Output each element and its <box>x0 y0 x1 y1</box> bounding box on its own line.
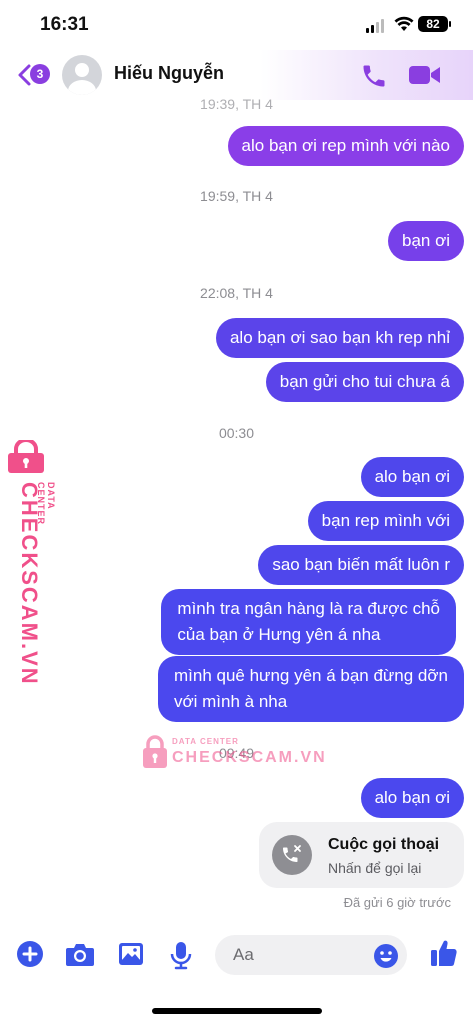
watermark-brand: CHECKSCAM.VN <box>172 749 327 766</box>
thumbs-up-icon[interactable] <box>429 938 459 968</box>
message-bubble[interactable]: mình quê hưng yên á bạn đừng dỡn với mìn… <box>158 656 464 722</box>
gallery-icon[interactable] <box>117 940 145 968</box>
battery-tip <box>449 21 451 27</box>
message-line: mình tra ngân hàng là ra được chỗ <box>177 599 440 618</box>
message-bubble[interactable]: alo bạn ơi rep mình với nào <box>227 126 464 166</box>
status-time: 16:31 <box>40 14 89 35</box>
message-bubble[interactable]: sao bạn biến mất luôn r <box>258 545 464 585</box>
plus-icon[interactable] <box>16 940 44 968</box>
message-bubble[interactable]: alo bạn ơi <box>360 778 464 818</box>
watermark-sub: DATA CENTER <box>36 482 56 526</box>
message-bubble[interactable]: bạn rep mình với <box>307 501 464 541</box>
timestamp: 22:08, TH 4 <box>200 285 273 301</box>
timestamp: 19:39, TH 4 <box>200 96 273 112</box>
message-bubble[interactable]: bạn ơi <box>387 221 464 261</box>
watermark-horizontal: DATA CENTER CHECKSCAM.VN <box>142 735 325 775</box>
message-bubble[interactable]: bạn gửi cho tui chưa á <box>265 362 464 402</box>
cellular-signal-icon <box>366 19 384 33</box>
avatar[interactable] <box>62 55 102 95</box>
wifi-icon <box>394 16 414 31</box>
voice-call-card[interactable]: Cuộc gọi thoại Nhấn để gọi lại <box>259 822 464 888</box>
watermark-sub: DATA CENTER <box>172 737 239 746</box>
message-bubble[interactable]: mình tra ngân hàng là ra được chỗ của bạ… <box>161 589 456 655</box>
chat-header: 3 Hiếu Nguyễn <box>0 50 473 100</box>
message-line: mình quê hưng yên á bạn đừng dỡn <box>174 666 448 685</box>
message-line: với mình à nha <box>174 692 288 711</box>
contact-name[interactable]: Hiếu Nguyễn <box>114 63 224 84</box>
emoji-icon[interactable] <box>373 943 399 969</box>
battery-level: 82 <box>418 16 448 32</box>
message-line: của bạn ở Hưng yên á nha <box>177 625 381 644</box>
phone-icon[interactable] <box>360 62 388 90</box>
message-placeholder: Aa <box>233 945 254 964</box>
unread-count-badge[interactable]: 3 <box>30 64 50 84</box>
timestamp: 00:30 <box>218 425 255 441</box>
sent-status: Đã gửi 6 giờ trước <box>343 895 451 910</box>
home-indicator[interactable] <box>152 1008 322 1014</box>
message-input[interactable]: Aa <box>215 935 407 975</box>
missed-call-icon <box>272 835 312 875</box>
status-bar: 16:31 82 <box>0 0 473 50</box>
camera-icon[interactable] <box>65 940 95 968</box>
message-composer: Aa <box>0 930 473 982</box>
microphone-icon[interactable] <box>169 940 193 970</box>
call-title: Cuộc gọi thoại <box>328 836 440 853</box>
message-bubble[interactable]: alo bạn ơi <box>360 457 464 497</box>
message-bubble[interactable]: alo bạn ơi sao bạn kh rep nhỉ <box>215 318 464 358</box>
call-subtitle: Nhấn để gọi lại <box>328 860 422 876</box>
lock-icon <box>143 735 167 768</box>
lock-icon <box>8 440 44 473</box>
video-camera-icon[interactable] <box>408 63 442 87</box>
timestamp: 19:59, TH 4 <box>200 188 273 204</box>
